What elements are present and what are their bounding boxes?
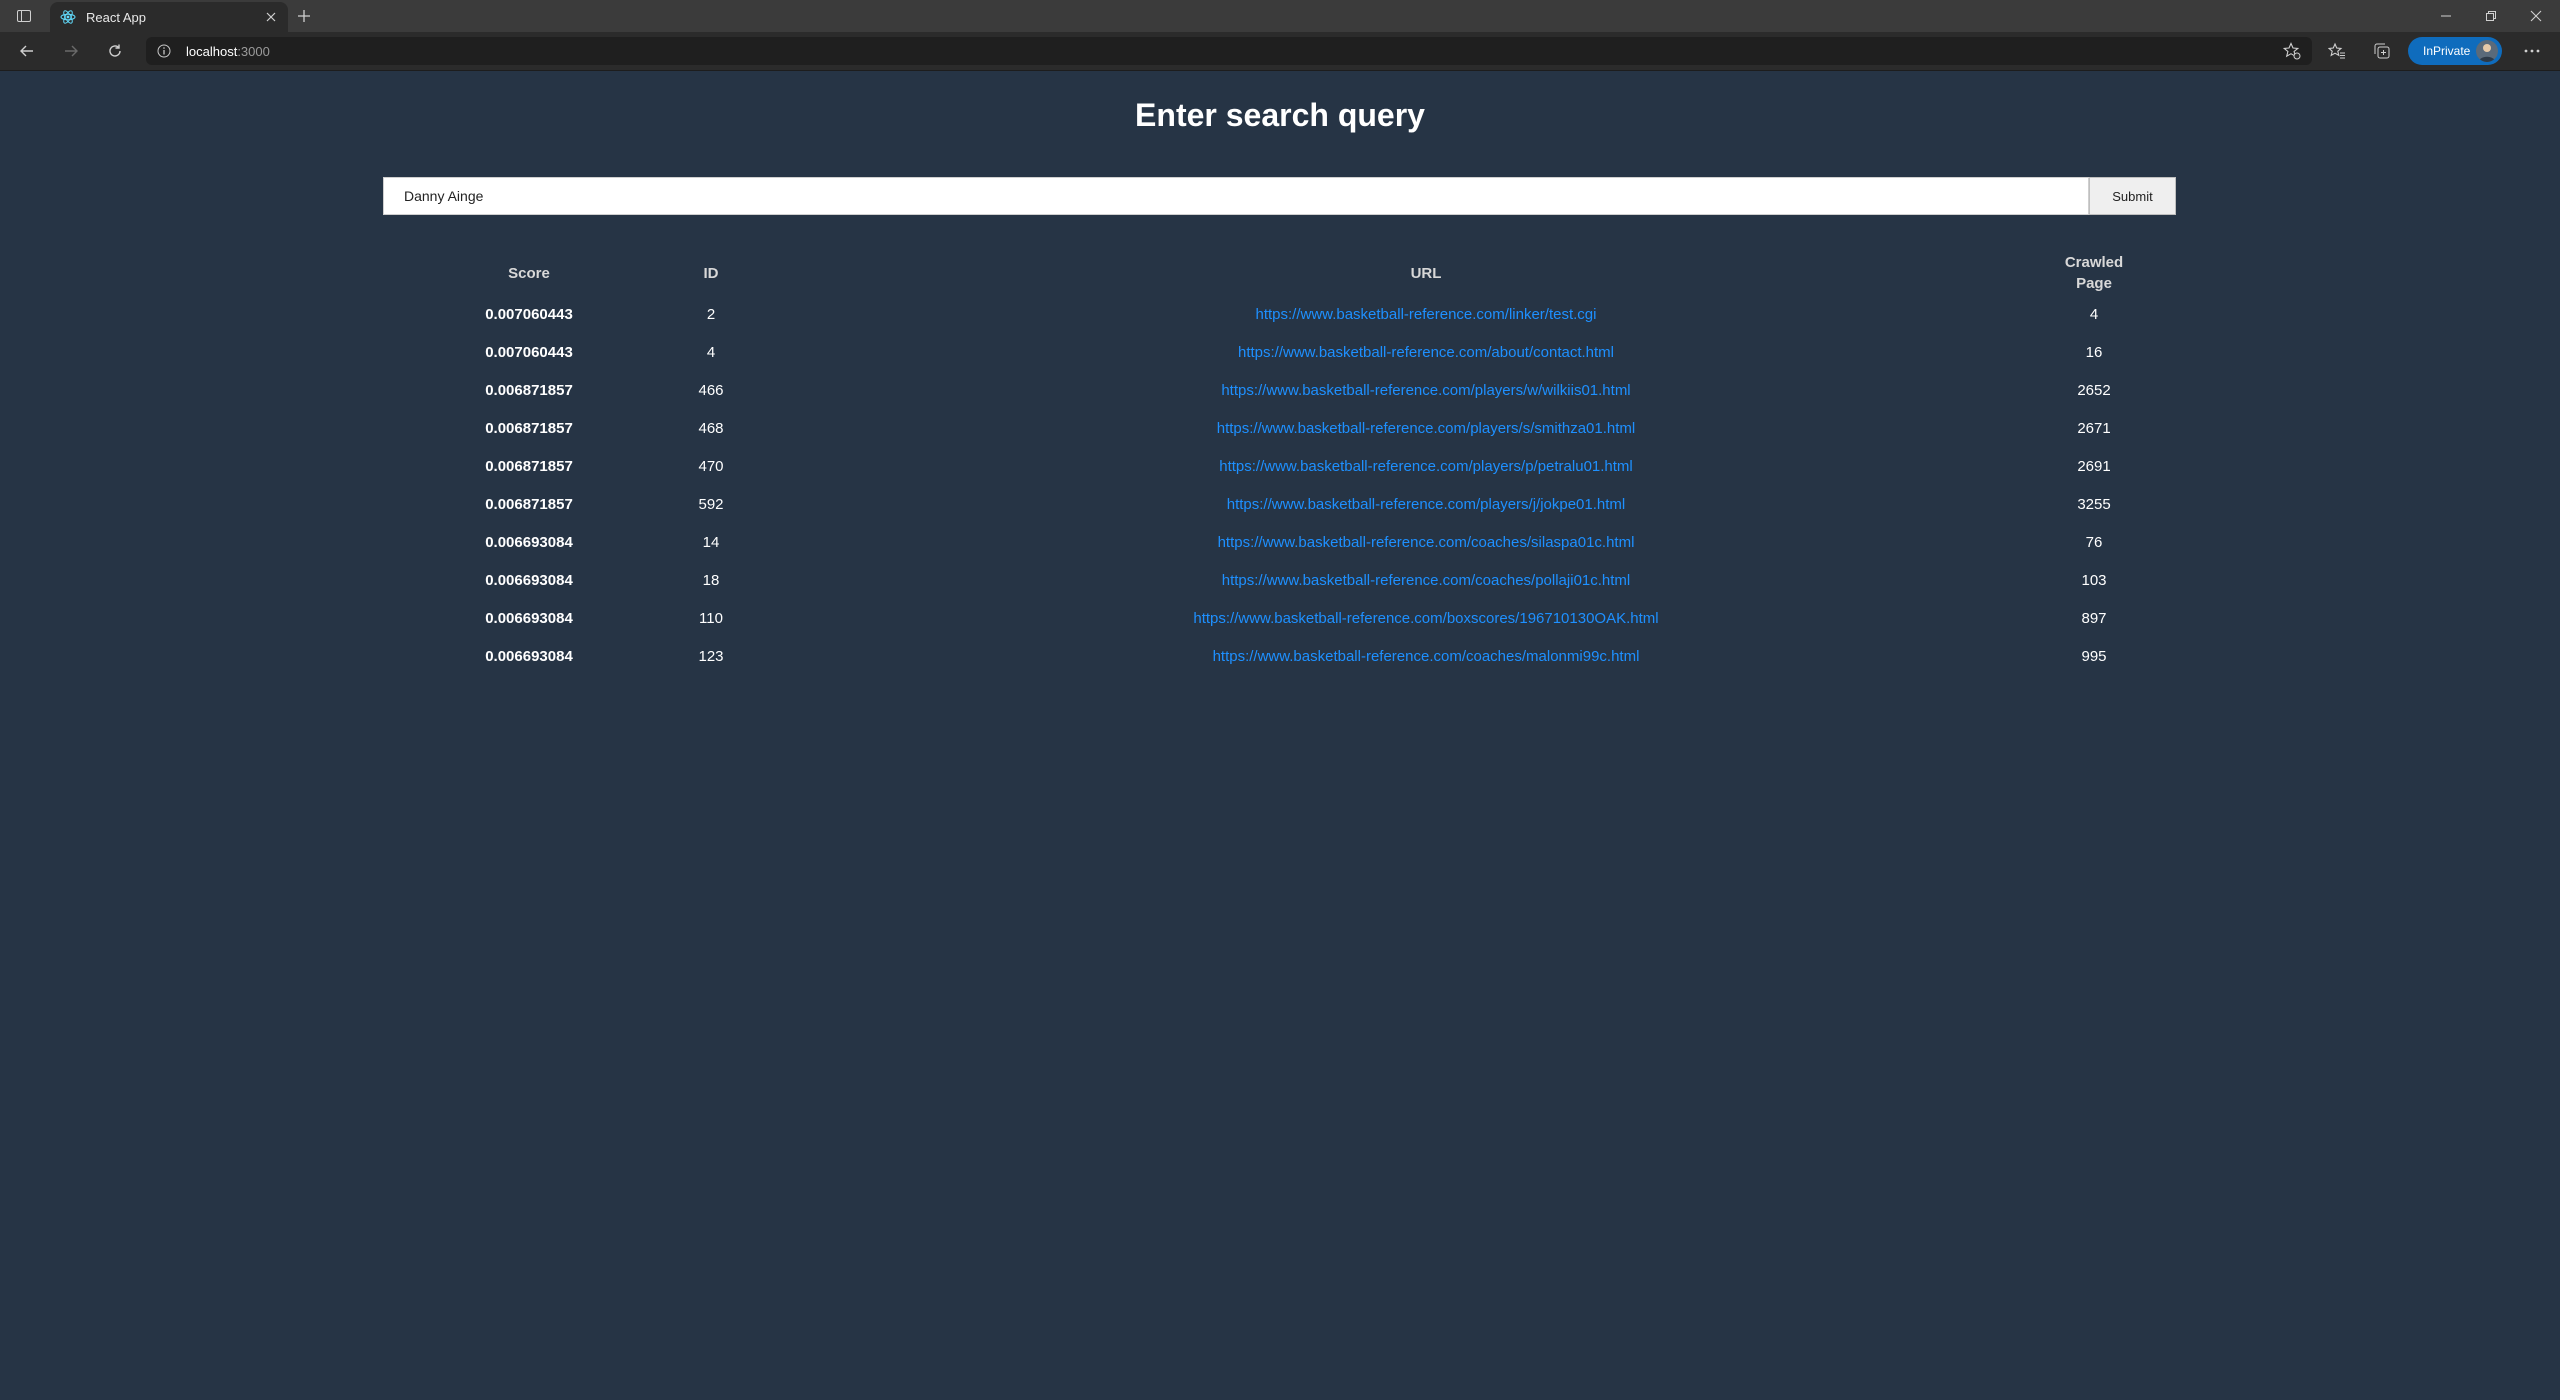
info-icon[interactable] [156,43,172,59]
url-port: :3000 [237,43,270,59]
url-link[interactable]: https://www.basketball-reference.com/coa… [1213,648,1640,665]
url-host: localhost [186,43,238,59]
crawled-page-cell: 103 [2081,571,2107,589]
column-header-id: ID [703,264,719,282]
url-link[interactable]: https://www.basketball-reference.com/pla… [1219,458,1633,475]
address-bar[interactable]: localhost:3000 [146,37,2312,65]
page-title: Enter search query [1135,97,1425,133]
table-row: 0.006871857 592 https://www.basketball-r… [462,485,2162,523]
score-cell: 0.007060443 [485,305,573,323]
tab-actions-icon[interactable] [10,6,38,26]
url-cell: https://www.basketball-reference.com/coa… [826,523,2026,561]
back-icon[interactable] [15,40,39,62]
id-cell: 2 [706,305,716,323]
id-cell: 592 [698,495,724,513]
table-row: 0.006693084 123 https://www.basketball-r… [462,637,2162,675]
results-table: Score ID URL Crawled Page 0.007060443 2 … [462,251,2162,675]
crawled-page-cell: 4 [2089,305,2099,323]
favorite-add-icon[interactable] [2280,40,2304,62]
table-row: 0.007060443 4 https://www.basketball-ref… [462,333,2162,371]
crawled-page-cell: 2652 [2077,381,2111,399]
url-text: localhost:3000 [186,44,270,59]
score-cell: 0.006871857 [485,495,573,513]
more-icon[interactable] [2520,40,2544,62]
url-link[interactable]: https://www.basketball-reference.com/lin… [1256,306,1597,323]
inprivate-button[interactable]: InPrivate [2408,37,2502,65]
url-link[interactable]: https://www.basketball-reference.com/pla… [1227,496,1626,513]
column-header-score: Score [508,264,550,282]
close-icon[interactable] [262,8,280,26]
id-cell: 466 [698,381,724,399]
url-cell: https://www.basketball-reference.com/coa… [826,561,2026,599]
table-row: 0.006693084 110 https://www.basketball-r… [462,599,2162,637]
table-row: 0.006871857 466 https://www.basketball-r… [462,371,2162,409]
avatar [2476,40,2498,62]
results-body: 0.007060443 2 https://www.basketball-ref… [462,295,2162,675]
refresh-icon[interactable] [103,40,127,62]
crawled-page-cell: 76 [2085,533,2103,551]
url-link[interactable]: https://www.basketball-reference.com/pla… [1217,420,1636,437]
react-favicon-icon [60,9,76,25]
crawled-page-cell: 2691 [2077,457,2111,475]
inprivate-label: InPrivate [2423,44,2471,58]
id-cell: 14 [702,533,720,551]
column-header-crawled-page-label: Crawled Page [2064,254,2124,292]
plus-icon[interactable] [294,6,314,26]
table-row: 0.006693084 18 https://www.basketball-re… [462,561,2162,599]
score-cell: 0.006693084 [485,571,573,589]
score-cell: 0.006871857 [485,419,573,437]
url-cell: https://www.basketball-reference.com/coa… [826,637,2026,675]
id-cell: 110 [699,609,723,627]
search-input[interactable] [383,177,2089,215]
id-cell: 18 [702,571,720,589]
page-content: Enter search query Submit Score ID URL C… [0,71,2560,1400]
close-window-icon[interactable] [2522,4,2550,28]
table-row: 0.006871857 468 https://www.basketball-r… [462,409,2162,447]
table-row: 0.006693084 14 https://www.basketball-re… [462,523,2162,561]
crawled-page-cell: 16 [2085,343,2103,361]
score-cell: 0.006693084 [485,609,573,627]
score-cell: 0.006693084 [485,647,573,665]
table-header-row: Score ID URL Crawled Page [462,251,2162,295]
url-link[interactable]: https://www.basketball-reference.com/coa… [1218,534,1635,551]
score-cell: 0.006871857 [485,457,573,475]
crawled-page-cell: 897 [2081,609,2107,627]
url-link[interactable]: https://www.basketball-reference.com/coa… [1222,572,1631,589]
crawled-page-cell: 3255 [2077,495,2111,513]
url-cell: https://www.basketball-reference.com/pla… [826,485,2026,523]
score-cell: 0.006871857 [485,381,573,399]
browser-tab[interactable]: React App [50,2,288,32]
favorites-icon[interactable] [2325,40,2349,62]
column-header-url: URL [1410,264,1442,282]
id-cell: 468 [698,419,724,437]
forward-icon[interactable] [59,40,83,62]
id-cell: 4 [706,343,716,361]
browser-titlebar: React App [0,0,2560,32]
id-cell: 470 [698,457,724,475]
crawled-page-cell: 995 [2081,647,2107,665]
url-cell: https://www.basketball-reference.com/abo… [826,333,2026,371]
score-cell: 0.007060443 [485,343,573,361]
collections-icon[interactable] [2370,40,2394,62]
table-row: 0.006871857 470 https://www.basketball-r… [462,447,2162,485]
minimize-icon[interactable] [2432,4,2460,28]
restore-icon[interactable] [2477,4,2505,28]
url-cell: https://www.basketball-reference.com/lin… [826,295,2026,333]
table-row: 0.007060443 2 https://www.basketball-ref… [462,295,2162,333]
url-cell: https://www.basketball-reference.com/pla… [826,371,2026,409]
score-cell: 0.006693084 [485,533,573,551]
tab-title: React App [86,9,146,25]
url-link[interactable]: https://www.basketball-reference.com/pla… [1221,382,1630,399]
url-link[interactable]: https://www.basketball-reference.com/box… [1193,610,1658,627]
id-cell: 123 [698,647,724,665]
url-link[interactable]: https://www.basketball-reference.com/abo… [1238,344,1614,361]
column-header-crawled-page: Crawled Page [2026,251,2162,295]
url-cell: https://www.basketball-reference.com/pla… [826,409,2026,447]
browser-toolbar: localhost:3000 InPrivate [0,32,2560,71]
url-cell: https://www.basketball-reference.com/pla… [826,447,2026,485]
url-cell: https://www.basketball-reference.com/box… [826,599,2026,637]
submit-button[interactable]: Submit [2089,177,2176,215]
crawled-page-cell: 2671 [2077,419,2111,437]
